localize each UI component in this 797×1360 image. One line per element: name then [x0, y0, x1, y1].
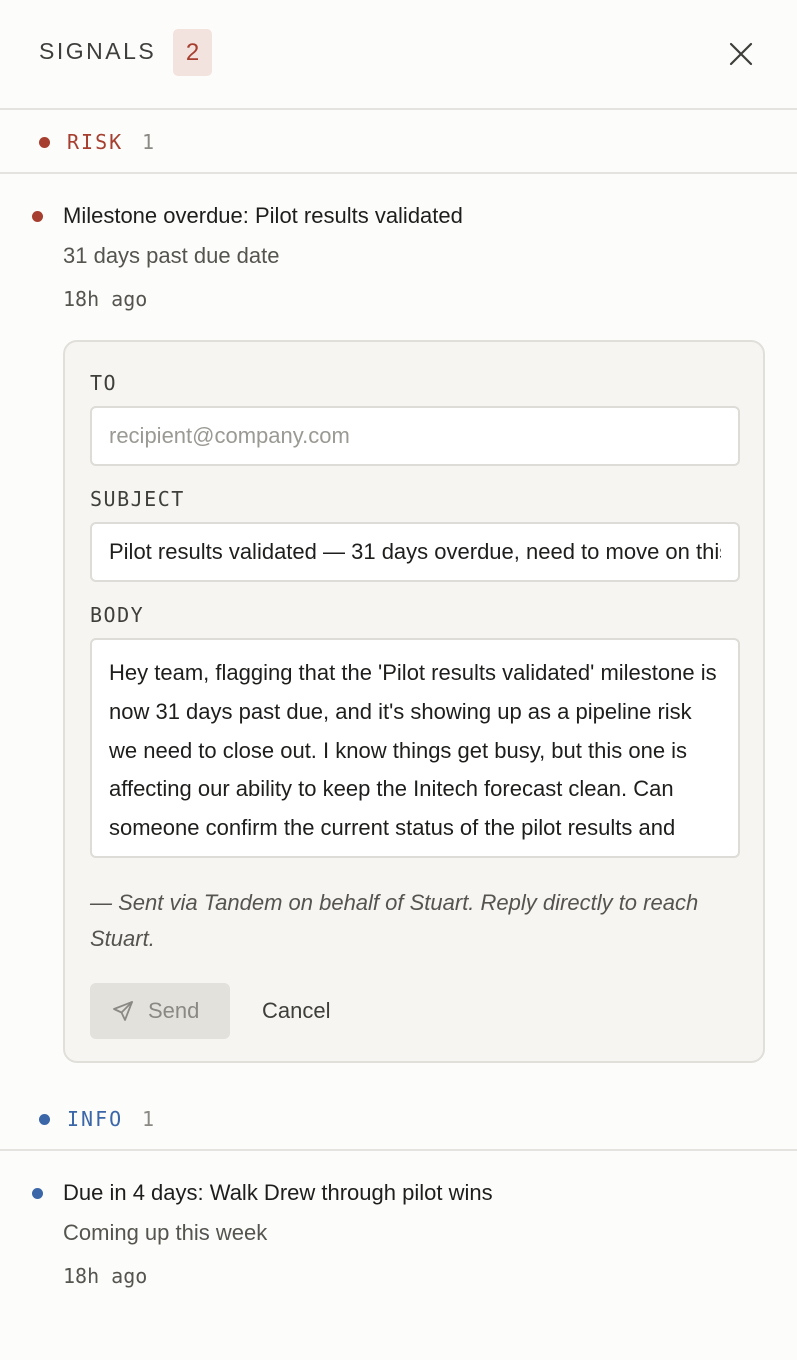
signal-timestamp: 18h ago — [63, 287, 148, 311]
send-label: Send — [148, 998, 200, 1023]
signal-title: Due in 4 days: Walk Drew through pilot w… — [63, 1180, 493, 1205]
body-textarea[interactable] — [90, 638, 740, 858]
subject-input[interactable] — [90, 522, 740, 582]
signal-item-risk[interactable]: Milestone overdue: Pilot results validat… — [0, 176, 797, 326]
signal-title: Milestone overdue: Pilot results validat… — [63, 203, 463, 228]
info-dot-icon — [39, 1114, 50, 1125]
send-button[interactable]: Send — [90, 983, 230, 1039]
to-input[interactable] — [90, 406, 740, 466]
signature-note: — Sent via Tandem on behalf of Stuart. R… — [90, 890, 699, 951]
body-label: BODY — [90, 603, 145, 627]
email-compose-card: TO SUBJECT BODY — Sent via Tandem on beh… — [63, 340, 765, 1063]
section-count-info: 1 — [142, 1107, 155, 1131]
subject-label: SUBJECT — [90, 487, 185, 511]
signal-subtitle: Coming up this week — [63, 1220, 268, 1245]
section-label-info: INFO — [67, 1107, 124, 1131]
close-button[interactable] — [723, 36, 759, 72]
send-icon — [113, 1001, 133, 1021]
cancel-button[interactable]: Cancel — [245, 983, 355, 1039]
signal-subtitle: 31 days past due date — [63, 243, 280, 268]
section-header-risk: RISK 1 — [0, 110, 797, 174]
signal-item-info[interactable]: Due in 4 days: Walk Drew through pilot w… — [0, 1153, 797, 1303]
signal-timestamp: 18h ago — [63, 1264, 148, 1288]
risk-dot-icon — [32, 211, 43, 222]
section-count-risk: 1 — [142, 130, 155, 154]
signals-panel: SIGNALS 2 RISK 1 Milestone overdue: Pilo… — [0, 0, 797, 1360]
risk-dot-icon — [39, 137, 50, 148]
panel-header: SIGNALS 2 — [0, 0, 797, 110]
signal-count-badge: 2 — [173, 29, 212, 76]
close-icon — [729, 42, 753, 66]
section-label-risk: RISK — [67, 130, 124, 154]
panel-title: SIGNALS — [39, 38, 157, 64]
to-label: TO — [90, 371, 118, 395]
section-header-info: INFO 1 — [0, 1087, 797, 1151]
info-dot-icon — [32, 1188, 43, 1199]
